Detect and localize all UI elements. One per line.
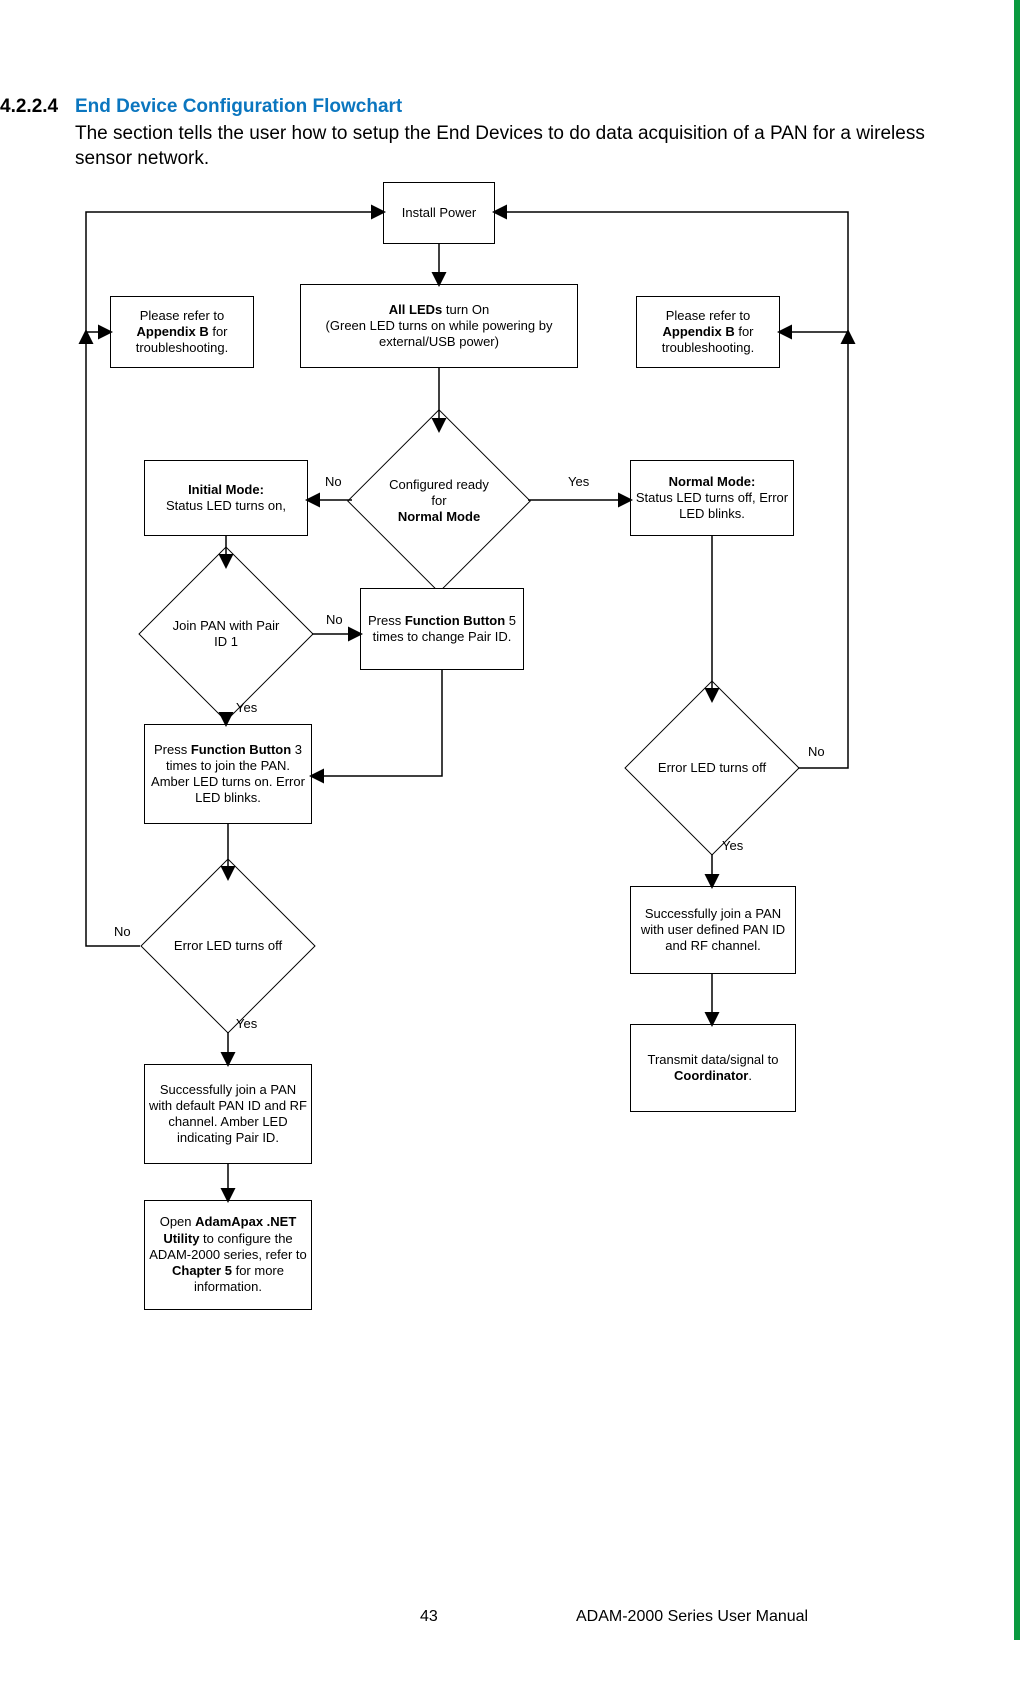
node-install-power: Install Power [383, 182, 495, 244]
label-yes-1: Yes [568, 474, 589, 489]
label-yes-3: Yes [236, 1016, 257, 1031]
refer-right-pre: Please refer to [666, 308, 751, 323]
node-transmit: Transmit data/signal to Coordinator. [630, 1024, 796, 1112]
node-open-utility: Open AdamApax .NET Utility to configure … [144, 1200, 312, 1310]
section-title: End Device Configuration Flowchart [75, 96, 402, 118]
cfg-bold: Normal Mode [398, 509, 480, 524]
open-pre: Open [160, 1214, 195, 1229]
press5-pre: Press [368, 613, 405, 628]
flowchart-arrows [0, 0, 1020, 1692]
press5-bold: Function Button [405, 613, 505, 628]
normal-bold: Normal Mode: [669, 474, 756, 489]
node-join-pan-decision: Join PAN with Pair ID 1 [164, 572, 288, 696]
node-normal-mode: Normal Mode:Status LED turns off, Error … [630, 460, 794, 536]
initial-line2: Status LED turns on, [166, 498, 286, 513]
transmit-post: . [748, 1068, 752, 1083]
err-left-label: Error LED turns off [174, 938, 282, 954]
intro-text: The section tells the user how to setup … [75, 122, 935, 171]
install-power-label: Install Power [402, 205, 476, 221]
leds-rest: turn On [442, 302, 489, 317]
node-refer-left: Please refer to Appendix B for troublesh… [110, 296, 254, 368]
section-number: 4.2.2.4 [0, 96, 58, 118]
label-no-1: No [325, 474, 342, 489]
succ-left-label: Successfully join a PAN with default PAN… [149, 1082, 307, 1147]
label-no-2: No [326, 612, 343, 627]
node-initial-mode: Initial Mode:Status LED turns on, [144, 460, 308, 536]
transmit-pre: Transmit data/signal to [647, 1052, 778, 1067]
err-right-label: Error LED turns off [658, 760, 766, 776]
initial-bold: Initial Mode: [188, 482, 264, 497]
press3-pre: Press [154, 742, 191, 757]
normal-line2: Status LED turns off, Error LED blinks. [636, 490, 788, 521]
refer-left-pre: Please refer to [140, 308, 225, 323]
node-configured-decision: Configured ready forNormal Mode [374, 436, 504, 566]
cfg-line1: Configured ready for [389, 477, 489, 508]
footer-title: ADAM-2000 Series User Manual [576, 1608, 808, 1626]
node-press-5: Press Function Button 5 times to change … [360, 588, 524, 670]
label-yes-2: Yes [236, 700, 257, 715]
press3-bold: Function Button [191, 742, 291, 757]
node-leds: All LEDs turn On (Green LED turns on whi… [300, 284, 578, 368]
node-success-left: Successfully join a PAN with default PAN… [144, 1064, 312, 1164]
node-refer-right: Please refer to Appendix B for troublesh… [636, 296, 780, 368]
label-yes4: Yes [722, 838, 743, 853]
label-no-3: No [114, 924, 131, 939]
footer-page-number: 43 [420, 1608, 438, 1626]
label-no-4: No [808, 744, 825, 759]
succ-right-label: Successfully join a PAN with user define… [635, 906, 791, 955]
node-error-right-decision: Error LED turns off [650, 706, 774, 830]
transmit-bold: Coordinator [674, 1068, 748, 1083]
page: 4.2.2.4 End Device Configuration Flowcha… [0, 0, 1020, 1692]
node-press-3: Press Function Button 3 times to join th… [144, 724, 312, 824]
leds-line2: (Green LED turns on while powering by ex… [326, 318, 553, 349]
refer-right-bold: Appendix B [662, 324, 734, 339]
join-pan-label: Join PAN with Pair ID 1 [170, 618, 282, 651]
side-accent [1014, 0, 1020, 1640]
open-bold2: Chapter 5 [172, 1263, 232, 1278]
refer-left-bold: Appendix B [136, 324, 208, 339]
node-error-left-decision: Error LED turns off [166, 884, 290, 1008]
node-success-right: Successfully join a PAN with user define… [630, 886, 796, 974]
leds-bold: All LEDs [389, 302, 442, 317]
